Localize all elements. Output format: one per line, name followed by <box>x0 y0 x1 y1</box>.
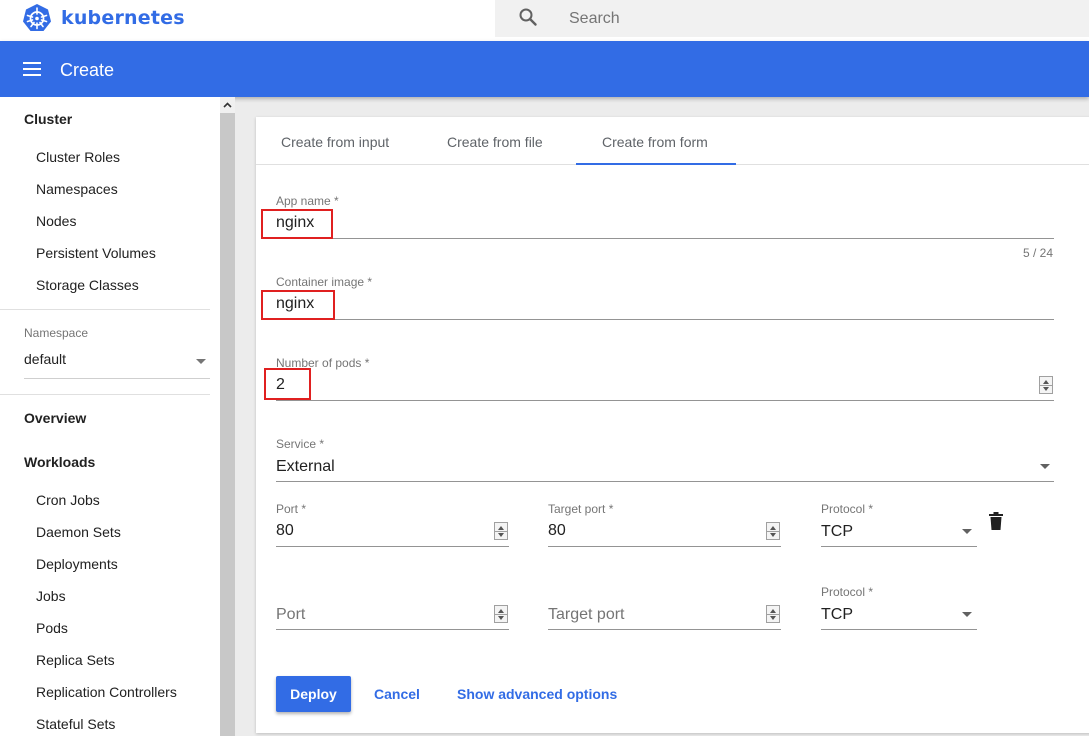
app-name-counter: 5 / 24 <box>1023 246 1054 260</box>
deploy-button[interactable]: Deploy <box>276 676 351 712</box>
sidebar: Cluster Cluster Roles Namespaces Nodes P… <box>0 97 220 736</box>
sidebar-item-replica-sets[interactable]: Replica Sets <box>36 652 115 668</box>
namespace-label: Namespace <box>24 326 89 340</box>
target-port-underline <box>548 546 781 547</box>
search-bar[interactable]: Search <box>495 0 1089 37</box>
show-advanced-options-button[interactable]: Show advanced options <box>457 686 617 702</box>
app-name-underline <box>276 238 1054 239</box>
delete-trash-icon[interactable] <box>989 512 1003 530</box>
top-bar: kubernetes Search <box>0 0 1089 41</box>
page-title: Create <box>60 60 115 80</box>
protocol-label: Protocol * <box>821 502 874 516</box>
sidebar-item-persistent-volumes[interactable]: Persistent Volumes <box>36 245 156 261</box>
sidebar-section-cluster[interactable]: Cluster <box>24 111 72 127</box>
pods-stepper[interactable] <box>1039 376 1053 394</box>
cancel-button[interactable]: Cancel <box>374 686 420 702</box>
port-underline <box>276 546 509 547</box>
sidebar-divider <box>0 309 210 310</box>
port-stepper[interactable] <box>494 605 508 623</box>
container-image-underline <box>276 319 1054 320</box>
protocol-select[interactable]: TCP <box>821 606 853 624</box>
active-tab-indicator <box>576 163 736 165</box>
chevron-down-icon[interactable] <box>1040 464 1050 469</box>
target-port-label: Target port * <box>548 502 614 516</box>
chevron-down-icon <box>196 359 206 364</box>
port-input[interactable]: 80 <box>276 522 294 540</box>
sidebar-divider <box>0 394 210 395</box>
sidebar-item-jobs[interactable]: Jobs <box>36 588 66 604</box>
sidebar-item-namespaces[interactable]: Namespaces <box>36 181 118 197</box>
namespace-select[interactable]: default <box>24 351 210 379</box>
sidebar-item-replication-controllers[interactable]: Replication Controllers <box>36 684 177 700</box>
menu-icon[interactable] <box>23 62 41 76</box>
target-port-stepper[interactable] <box>766 522 780 540</box>
highlight-box <box>261 209 333 239</box>
scroll-up-arrow-icon[interactable] <box>220 97 235 113</box>
protocol-underline <box>821 629 977 630</box>
sidebar-section-workloads[interactable]: Workloads <box>24 454 95 470</box>
create-card: Create from input Create from file Creat… <box>256 117 1089 733</box>
tab-create-from-file[interactable]: Create from file <box>447 134 543 150</box>
namespace-value: default <box>24 351 67 367</box>
pods-underline <box>276 400 1054 401</box>
sidebar-item-cron-jobs[interactable]: Cron Jobs <box>36 492 100 508</box>
app-bar: Create <box>0 41 1089 97</box>
sidebar-scrollbar[interactable] <box>220 97 235 736</box>
search-icon <box>519 8 537 26</box>
kubernetes-helm-icon <box>23 4 51 31</box>
port-stepper[interactable] <box>494 522 508 540</box>
target-port-underline <box>548 629 781 630</box>
protocol-select[interactable]: TCP <box>821 523 853 541</box>
port-input-empty[interactable]: Port <box>276 606 305 624</box>
sidebar-item-nodes[interactable]: Nodes <box>36 213 76 229</box>
sidebar-item-pods[interactable]: Pods <box>36 620 68 636</box>
sidebar-item-stateful-sets[interactable]: Stateful Sets <box>36 716 115 732</box>
chevron-down-icon[interactable] <box>962 612 972 617</box>
app-name-label: App name * <box>276 194 339 208</box>
target-port-input-empty[interactable]: Target port <box>548 606 624 624</box>
protocol-underline <box>821 546 977 547</box>
port-underline <box>276 629 509 630</box>
tab-create-from-input[interactable]: Create from input <box>281 134 389 150</box>
service-underline <box>276 481 1054 482</box>
sidebar-item-cluster-roles[interactable]: Cluster Roles <box>36 149 120 165</box>
tab-bar: Create from input Create from file Creat… <box>256 117 1089 165</box>
tab-create-from-form[interactable]: Create from form <box>602 134 708 150</box>
port-label: Port * <box>276 502 307 516</box>
highlight-box <box>261 290 335 320</box>
service-select[interactable]: External <box>276 458 335 476</box>
target-port-input[interactable]: 80 <box>548 522 566 540</box>
sidebar-item-daemon-sets[interactable]: Daemon Sets <box>36 524 121 540</box>
container-image-label: Container image * <box>276 275 373 289</box>
brand-name: kubernetes <box>61 7 185 29</box>
chevron-down-icon[interactable] <box>962 529 972 534</box>
search-input[interactable]: Search <box>569 10 620 28</box>
kubernetes-logo[interactable]: kubernetes <box>22 3 185 33</box>
target-port-stepper[interactable] <box>766 605 780 623</box>
service-label: Service * <box>276 437 325 451</box>
highlight-box <box>264 368 311 400</box>
sidebar-item-overview[interactable]: Overview <box>24 410 86 426</box>
protocol-label: Protocol * <box>821 585 874 599</box>
sidebar-item-storage-classes[interactable]: Storage Classes <box>36 277 139 293</box>
sidebar-item-deployments[interactable]: Deployments <box>36 556 118 572</box>
